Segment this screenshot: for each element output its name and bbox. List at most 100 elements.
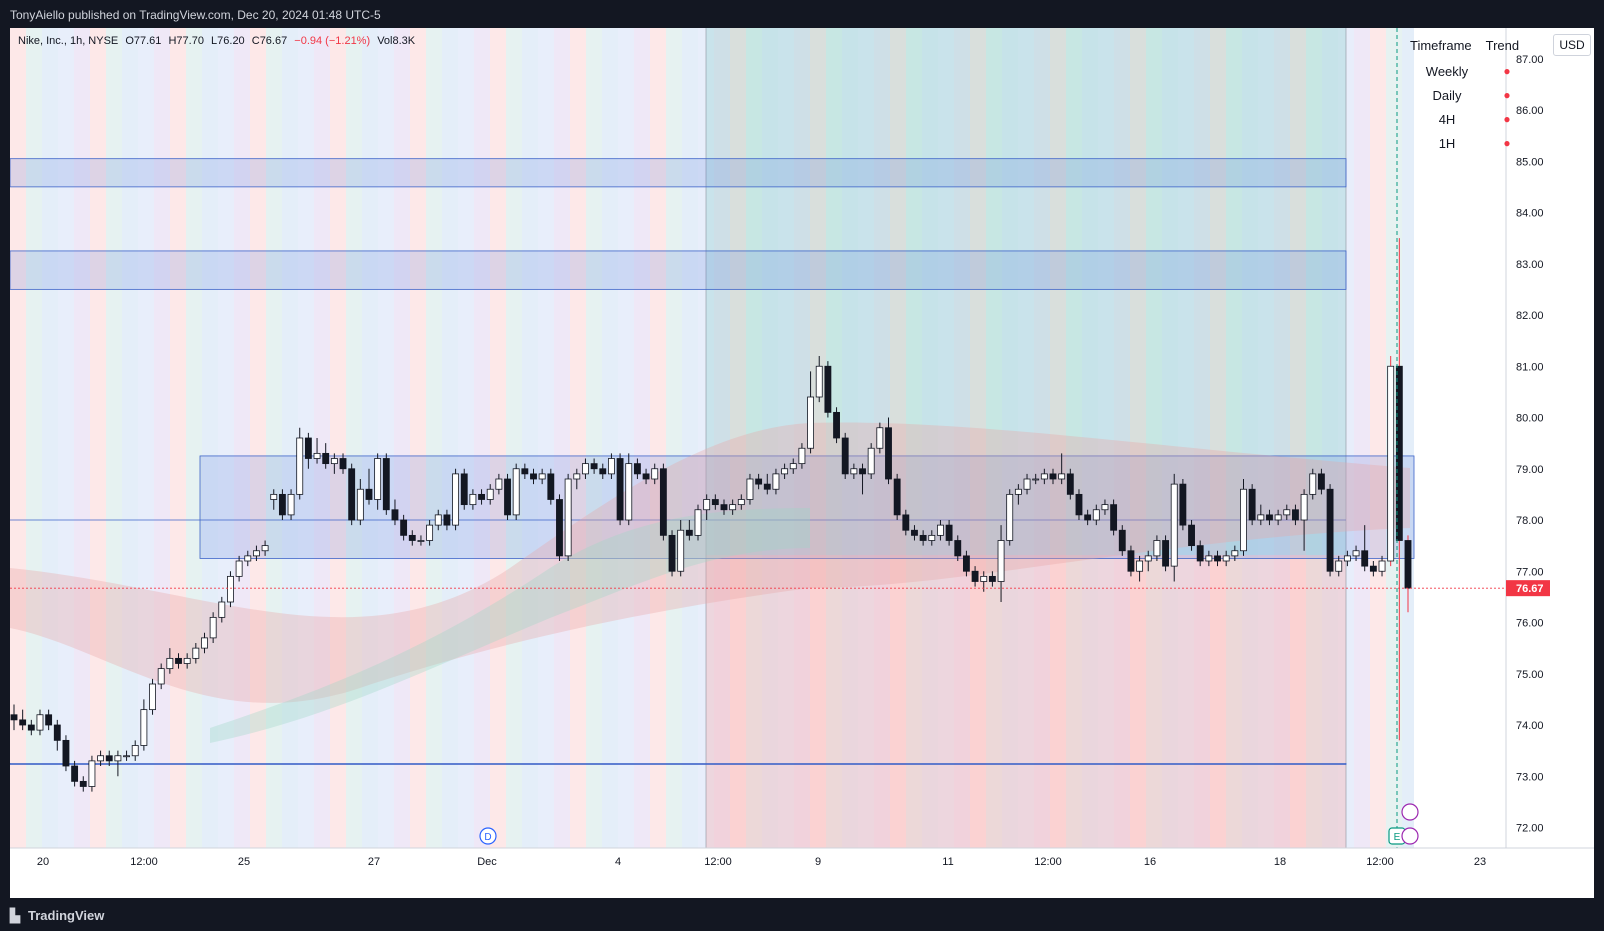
candle-body [218,601,226,618]
high-value: H77.70 [168,35,204,47]
candle-body [105,755,113,762]
close-value: C76.67 [251,35,288,47]
symbol-legend: Nike, Inc., 1h, NYSE O77.61 H77.70 L76.2… [18,35,419,47]
trend-table: Timeframe Trend Weekly ● Daily ● 4H ● 1H… [1410,38,1530,155]
candle-body [911,529,918,536]
trend-header: Trend [1485,38,1520,53]
candle-body [530,473,537,480]
candle-body [36,714,44,731]
background-stripe [506,28,522,848]
candle-body [807,396,815,449]
background-stripe [314,28,330,848]
candle-body [582,463,589,475]
timeframe-label: Daily [1432,87,1462,103]
last-price-label: 76.67 [1516,583,1544,595]
split-marker-icon [1401,803,1419,821]
background-stripe [634,28,650,848]
candle-body [746,478,754,500]
candle-body [1404,540,1412,589]
candle-body [426,524,434,541]
candle-body [937,524,944,536]
candle-body [1127,550,1135,572]
candle-body [1369,565,1377,572]
candle-body [1317,473,1325,490]
candle-body [1084,514,1092,521]
timeframe-label: Weekly [1425,63,1469,79]
timeframe-header: Timeframe [1410,38,1472,53]
candle-body [1023,478,1031,490]
tradingview-logo[interactable]: ▙ TradingView [10,908,104,924]
chart-frame[interactable]: 72.00 73.00 74.00 75.00 76.00 77.00 78.00 79.00… [10,28,1594,898]
candle-body [27,724,35,731]
candle-body [1283,509,1291,516]
candle-body [607,458,615,475]
candle-body [521,468,529,475]
candle-body [633,463,641,475]
trend-row-4h: 4H ● [1410,107,1530,131]
price-tick-label: 74.00 [1516,720,1544,732]
candle-body [841,437,849,475]
background-stripe [394,28,410,848]
candle-body [1032,478,1040,481]
candle-body [988,575,996,582]
candle-body [19,719,27,726]
change-value: −0.94 (−1.21%) [294,35,371,47]
volume-value: Vol8.3K [377,35,416,47]
candle-body [1153,540,1161,557]
price-chart[interactable]: 72.00 73.00 74.00 75.00 76.00 77.00 78.00 79.00… [10,28,1594,898]
background-stripe [474,28,490,848]
candle-body [382,458,390,511]
candle-body [71,765,79,782]
time-tick-label: 12:00 [1034,856,1062,868]
background-stripe [682,28,698,848]
candle-body [166,657,174,670]
candle-body [616,458,624,521]
time-tick-label: 18 [1274,856,1286,868]
candle-body [79,780,87,787]
candle-body [348,468,356,521]
background-stripe [618,28,634,848]
background-stripe [202,28,218,848]
currency-button[interactable]: USD [1553,34,1591,56]
background-stripe [106,28,122,848]
candle-body [408,534,416,541]
trend-row-weekly: Weekly ● [1410,59,1530,83]
background-stripe [362,28,378,848]
background-stripe [442,28,458,848]
candle-body [876,427,884,449]
background-stripe [154,28,170,848]
price-tick-label: 85.00 [1516,156,1544,168]
candle-body [945,524,953,541]
time-tick-label: 4 [615,856,621,868]
candle-body [183,657,191,664]
candle-body [902,514,910,531]
candle-body [114,755,122,762]
zone-box [10,250,1347,290]
background-stripe [90,28,106,848]
candle-body [590,463,598,470]
background-stripe [346,28,362,848]
candle-body [763,483,771,490]
candle-body [495,478,503,490]
candle-body [296,437,304,495]
candle-body [885,427,892,480]
candle-body [1162,540,1169,567]
candle-body [140,709,148,746]
candle-body [599,468,607,475]
footer-bar [0,898,1604,931]
candle-body [1144,555,1152,562]
background-stripe [426,28,442,848]
candle-body [278,493,286,516]
time-tick-label: 23 [1474,856,1486,868]
trend-row-1h: 1H ● [1410,131,1530,155]
background-stripe [458,28,474,848]
candle-body [1352,550,1360,557]
background-stripe [650,28,666,848]
background-stripe [410,28,426,848]
publisher-info: TonyAiello published on TradingView.com,… [10,8,381,22]
price-tick-label: 73.00 [1516,771,1544,783]
candle-body [209,616,217,639]
candle-body [962,555,970,572]
candle-body [564,478,572,557]
candle-body [1118,529,1126,552]
